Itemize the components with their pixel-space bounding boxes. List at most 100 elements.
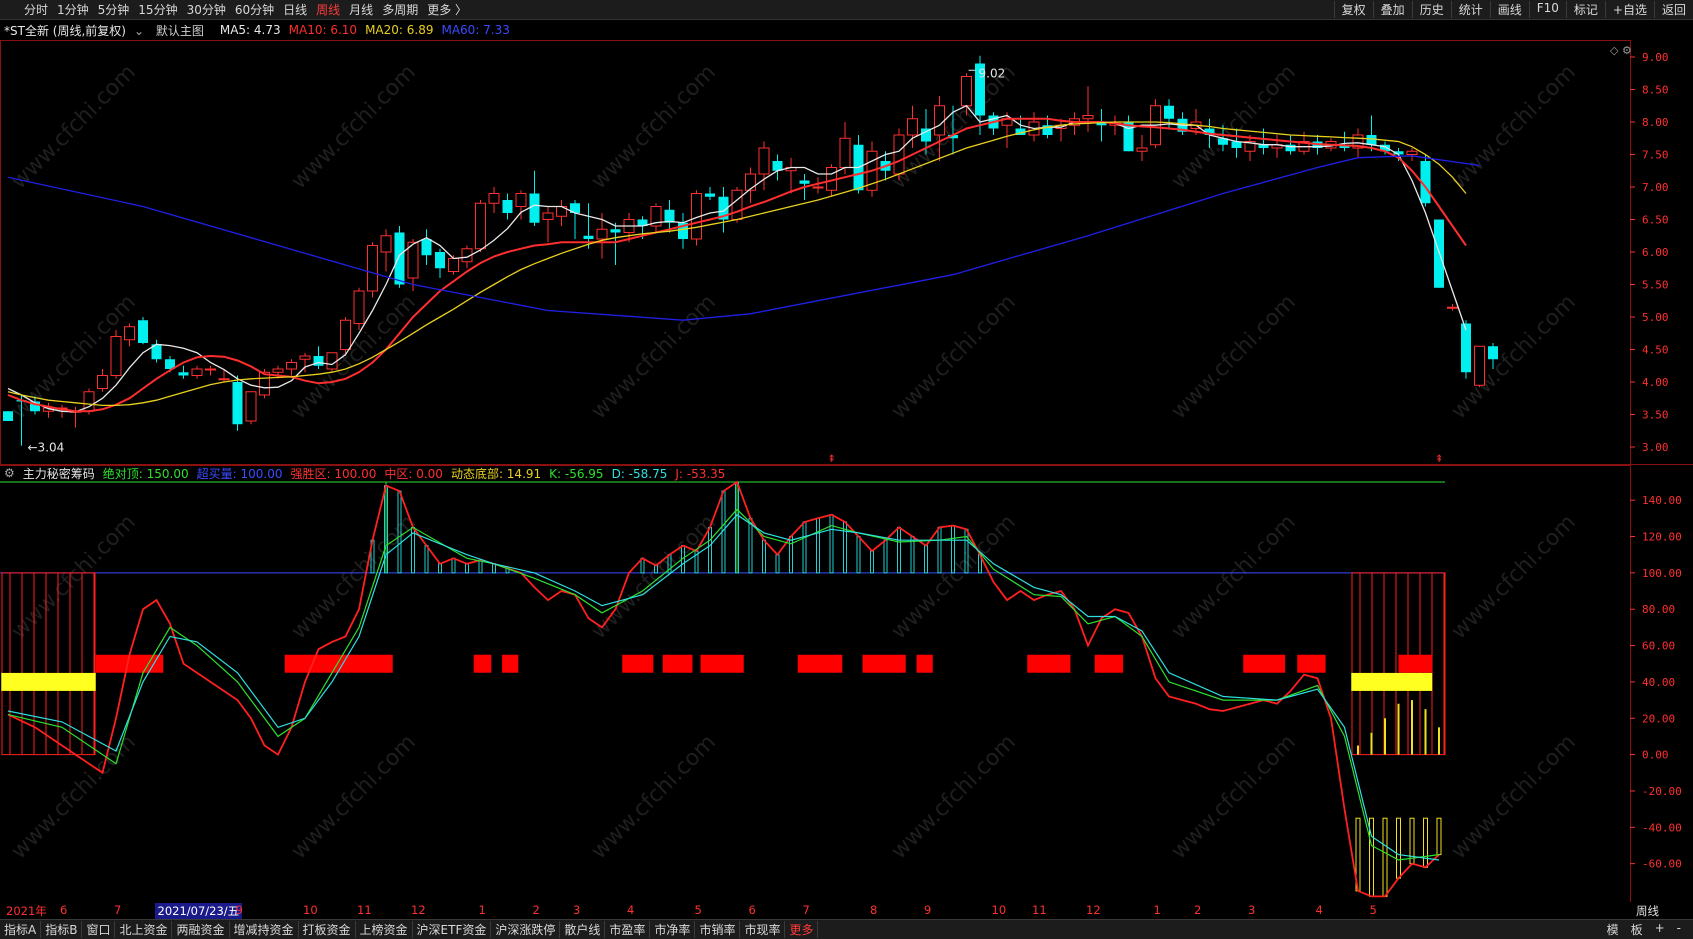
ind-tick-9: -40.00 [1642, 821, 1682, 834]
period-tab-3[interactable]: 15分钟 [138, 1, 177, 18]
ma-line-ma60 [7, 155, 1480, 321]
period-tab-4[interactable]: 30分钟 [187, 1, 226, 18]
period-tab-9[interactable]: 多周期 [382, 1, 418, 18]
bottom-tab-11[interactable]: 市盈率 [605, 921, 651, 938]
bottom-tab-14[interactable]: 市现率 [740, 921, 786, 938]
bottom-tab-15[interactable]: 更多 [785, 921, 819, 938]
bottom-control-2[interactable]: + [1649, 921, 1671, 938]
high-price-label: 9.02 [979, 66, 1006, 80]
bottom-tab-7[interactable]: 上榜资金 [356, 921, 413, 938]
event-marker-0: ⇞ [828, 454, 836, 465]
bottom-tab-5[interactable]: 增减持资金 [230, 921, 299, 938]
bottom-control-0[interactable]: 模 [1601, 921, 1625, 938]
candle-body-43 [583, 235, 594, 239]
watermark-20: www.cfchi.com [587, 730, 721, 864]
date-label-4: 9 [235, 903, 243, 917]
watermark-0: www.cfchi.com [7, 60, 141, 194]
ind-tick-10: -60.00 [1642, 858, 1682, 871]
bottom-control-3[interactable]: - [1671, 921, 1687, 938]
candle-body-29 [394, 232, 405, 285]
tool-button-2[interactable]: 历史 [1411, 1, 1451, 18]
ma-line-ma20 [7, 121, 1467, 407]
period-tab-0[interactable]: 分时 [24, 1, 48, 18]
stock-title[interactable]: *ST全新 (周线,前复权) [4, 22, 126, 39]
main-chart-info: *ST全新 (周线,前复权) ⌄ 默认主图 MA5: 4.73 MA10: 6.1… [0, 20, 1693, 40]
candle-body-69 [934, 105, 945, 136]
tool-button-1[interactable]: 叠加 [1372, 1, 1412, 18]
main-chart-selector[interactable]: ⌄ 默认主图 [134, 22, 212, 39]
candle-body-110 [1488, 346, 1498, 360]
tool-button-6[interactable]: 标记 [1565, 1, 1605, 18]
tool-button-5[interactable]: F10 [1528, 1, 1566, 18]
candle-body-86 [1164, 105, 1174, 119]
period-tab-1[interactable]: 1分钟 [57, 1, 89, 18]
candle-body-33 [448, 258, 459, 272]
signal-band-11 [1094, 654, 1124, 673]
date-label-11: 4 [627, 903, 635, 917]
candle-body-32 [435, 252, 445, 269]
tool-button-0[interactable]: 复权 [1333, 1, 1373, 18]
price-tick-7: 5.50 [1642, 279, 1669, 292]
overbought-bar-32 [438, 563, 442, 574]
bottom-tab-3[interactable]: 北上资金 [115, 921, 173, 938]
panel-settings-icon[interactable]: ⚙ [1622, 44, 1632, 57]
watermark-12: www.cfchi.com [7, 510, 141, 644]
bottom-tab-9[interactable]: 沪深涨跌停 [491, 921, 561, 938]
candle-body-54 [731, 189, 743, 220]
bottom-tab-8[interactable]: 沪深ETF资金 [413, 921, 492, 938]
candle-body-71 [961, 76, 972, 107]
signal-band-8 [862, 654, 906, 673]
period-tab-5[interactable]: 60分钟 [235, 1, 274, 18]
panel-option-icon[interactable]: ◇ [1610, 44, 1619, 57]
tool-button-4[interactable]: 画线 [1489, 1, 1529, 18]
bottom-tab-13[interactable]: 市销率 [695, 921, 741, 938]
period-tab-6[interactable]: 日线 [283, 1, 307, 18]
chart-area[interactable]: www.cfchi.com www.cfchi.com www.cfchi.com w… [0, 40, 1693, 902]
bottom-tab-12[interactable]: 市净率 [650, 921, 696, 938]
watermark-23: www.cfchi.com [1447, 730, 1581, 864]
date-axis: 2021年 6 7 2021/07/23/五 9 10 11 12 1 2 3 4 5 6 7 8 9 10 11 1… [0, 902, 1693, 919]
overbought-bar-63 [856, 536, 861, 574]
bottom-tab-0[interactable]: 指标A [0, 921, 42, 938]
ma-label-3: MA60: 7.33 [441, 23, 510, 37]
bottom-tab-2[interactable]: 窗口 [82, 921, 116, 938]
price-tick-9: 4.50 [1642, 344, 1669, 357]
candle-body-37 [502, 200, 513, 213]
candle-body-39 [529, 193, 540, 223]
low-price-label: ←3.04 [28, 441, 65, 455]
signal-band-5 [662, 654, 693, 673]
bottom-tab-4[interactable]: 两融资金 [172, 921, 230, 938]
watermark-17: www.cfchi.com [1447, 510, 1581, 644]
tool-button-3[interactable]: 统计 [1450, 1, 1490, 18]
bottom-bar-106 [1436, 817, 1442, 856]
candle-body-52 [705, 193, 715, 197]
overbought-bar-69 [937, 526, 942, 574]
tool-button-7[interactable]: +自选 [1604, 1, 1654, 18]
bottom-tab-10[interactable]: 散户线 [560, 921, 606, 938]
period-tab-10[interactable]: 更多 〉 [427, 1, 467, 18]
date-label-2: 7 [114, 903, 122, 917]
bottom-control-1[interactable]: 板 [1625, 921, 1649, 938]
price-tick-10: 4.00 [1642, 376, 1669, 389]
ind-tick-0: 140.00 [1642, 494, 1682, 507]
period-tab-7[interactable]: 周线 [316, 1, 340, 18]
tool-button-8[interactable]: 返回 [1653, 1, 1693, 18]
ind-tick-4: 60.00 [1642, 640, 1675, 653]
candle-body-24 [326, 352, 338, 370]
overbought-bar-61 [829, 514, 834, 574]
bottom-tab-6[interactable]: 打板资金 [299, 921, 356, 938]
watermark-18: www.cfchi.com [7, 730, 141, 864]
bottom-tab-1[interactable]: 指标B [41, 921, 83, 938]
period-tab-2[interactable]: 5分钟 [98, 1, 130, 18]
price-tick-1: 8.50 [1642, 84, 1669, 97]
candle-body-84 [1136, 147, 1148, 152]
overbought-bar-66 [897, 526, 901, 574]
candle-body-8 [110, 336, 122, 376]
candle-body-80 [1082, 115, 1094, 120]
period-tab-8[interactable]: 月线 [349, 1, 373, 18]
candle-body-62 [839, 137, 851, 168]
date-label-12: 5 [694, 903, 702, 917]
candle-body-109 [1474, 345, 1485, 386]
overbought-bar-57 [775, 554, 780, 574]
signal-band-15 [1, 672, 96, 691]
